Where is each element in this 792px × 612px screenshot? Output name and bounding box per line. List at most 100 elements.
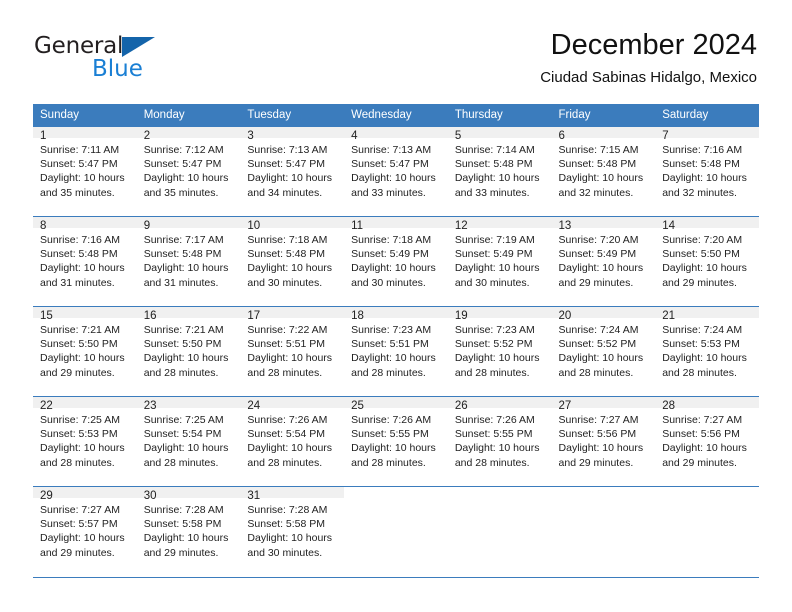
sunset-text: Sunset: 5:57 PM: [40, 518, 118, 531]
calendar-day-cell[interactable]: 25 Sunrise: 7:26 AM Sunset: 5:55 PM Dayligh…: [344, 396, 448, 487]
calendar-day-cell[interactable]: 27 Sunrise: 7:27 AM Sunset: 5:56 PM Dayligh…: [551, 396, 656, 487]
day-details: Sunrise: 7:23 AM Sunset: 5:51 PM Daylight:…: [344, 318, 448, 380]
sunset-text: Sunset: 5:48 PM: [558, 158, 637, 171]
day-details: Sunrise: 7:21 AM Sunset: 5:50 PM Daylight:…: [33, 318, 137, 380]
calendar-day-cell[interactable]: 2 Sunrise: 7:12 AM Sunset: 5:47 PM Daylight…: [136, 126, 241, 217]
calendar-day-cell[interactable]: 7 Sunrise: 7:16 AM Sunset: 5:48 PM Daylight…: [655, 126, 759, 217]
calendar-day-cell[interactable]: 26 Sunrise: 7:26 AM Sunset: 5:55 PM Dayligh…: [447, 396, 552, 487]
daylight-text-line1: Daylight: 10 hours: [247, 532, 333, 545]
general-blue-logo[interactable]: General Blue: [34, 34, 214, 84]
calendar-day-cell[interactable]: 18 Sunrise: 7:23 AM Sunset: 5:51 PM Dayligh…: [344, 306, 448, 397]
daylight-text-line2: and 28 minutes.: [247, 366, 323, 379]
calendar-day-cell[interactable]: 4 Sunrise: 7:13 AM Sunset: 5:47 PM Daylight…: [344, 126, 448, 217]
calendar-day-cell[interactable]: 17 Sunrise: 7:22 AM Sunset: 5:51 PM Dayligh…: [240, 306, 345, 397]
sunset-text: Sunset: 5:47 PM: [351, 158, 429, 171]
calendar-day-cell[interactable]: 12 Sunrise: 7:19 AM Sunset: 5:49 PM Dayligh…: [447, 216, 552, 307]
logo-word-blue: Blue: [92, 56, 143, 82]
sunrise-text: Sunrise: 7:25 AM: [40, 414, 120, 426]
weekday-header-friday: Friday: [551, 104, 656, 127]
calendar-cell-empty: [551, 486, 656, 577]
calendar-day-cell[interactable]: 8 Sunrise: 7:16 AM Sunset: 5:48 PM Daylight…: [33, 216, 137, 307]
daylight-text-line2: and 33 minutes.: [454, 186, 530, 199]
calendar-day-cell[interactable]: 22 Sunrise: 7:25 AM Sunset: 5:53 PM Dayligh…: [33, 396, 137, 487]
day-number: 20: [551, 307, 656, 322]
daylight-text-line1: Daylight: 10 hours: [351, 262, 436, 275]
calendar-day-cell[interactable]: 19 Sunrise: 7:23 AM Sunset: 5:52 PM Dayligh…: [447, 306, 552, 397]
sunset-text: Sunset: 5:54 PM: [247, 428, 326, 441]
calendar-week-row: 15 Sunrise: 7:21 AM Sunset: 5:50 PM Dayligh…: [33, 306, 759, 397]
sunrise-text: Sunrise: 7:27 AM: [40, 504, 120, 516]
daylight-text-line1: Daylight: 10 hours: [558, 262, 644, 275]
calendar-day-cell[interactable]: 14 Sunrise: 7:20 AM Sunset: 5:50 PM Dayligh…: [655, 216, 759, 307]
calendar-page: General Blue December 2024 Ciudad Sabina…: [0, 0, 792, 612]
day-details: Sunrise: 7:18 AM Sunset: 5:49 PM Daylight:…: [344, 228, 448, 290]
daylight-text-line2: and 31 minutes.: [143, 276, 219, 289]
calendar-day-cell[interactable]: 1 Sunrise: 7:11 AM Sunset: 5:47 PM Daylight…: [33, 126, 137, 217]
day-details: Sunrise: 7:27 AM Sunset: 5:56 PM Daylight:…: [655, 408, 759, 470]
daylight-text-line1: Daylight: 10 hours: [662, 442, 747, 455]
day-number: 12: [447, 217, 552, 232]
calendar-day-cell[interactable]: 5 Sunrise: 7:14 AM Sunset: 5:48 PM Daylight…: [447, 126, 552, 217]
sunrise-text: Sunrise: 7:14 AM: [454, 144, 535, 156]
sunset-text: Sunset: 5:47 PM: [143, 158, 222, 171]
calendar-week-row: 8 Sunrise: 7:16 AM Sunset: 5:48 PM Daylight…: [33, 216, 759, 307]
sunrise-text: Sunrise: 7:16 AM: [662, 144, 743, 156]
day-number: [447, 487, 552, 498]
day-number: 5: [447, 127, 552, 142]
daylight-text-line1: Daylight: 10 hours: [351, 442, 436, 455]
daylight-text-line1: Daylight: 10 hours: [351, 172, 436, 185]
daylight-text-line2: and 31 minutes.: [40, 276, 115, 289]
sunrise-text: Sunrise: 7:23 AM: [351, 324, 432, 336]
daylight-text-line1: Daylight: 10 hours: [351, 352, 436, 365]
daylight-text-line2: and 28 minutes.: [247, 456, 323, 469]
daylight-text-line2: and 28 minutes.: [558, 366, 634, 379]
daylight-text-line1: Daylight: 10 hours: [662, 352, 747, 365]
calendar-day-cell[interactable]: 15 Sunrise: 7:21 AM Sunset: 5:50 PM Dayligh…: [33, 306, 137, 397]
daylight-text-line2: and 29 minutes.: [40, 546, 115, 559]
calendar-day-cell[interactable]: 9 Sunrise: 7:17 AM Sunset: 5:48 PM Daylight…: [136, 216, 241, 307]
calendar-week-row: 22 Sunrise: 7:25 AM Sunset: 5:53 PM Dayligh…: [33, 396, 759, 487]
day-number: 22: [33, 397, 137, 412]
calendar-day-cell[interactable]: 31 Sunrise: 7:28 AM Sunset: 5:58 PM Dayligh…: [240, 486, 345, 577]
calendar-day-cell[interactable]: 20 Sunrise: 7:24 AM Sunset: 5:52 PM Dayligh…: [551, 306, 656, 397]
day-number: 10: [240, 217, 345, 232]
day-details: Sunrise: 7:20 AM Sunset: 5:49 PM Daylight:…: [552, 228, 656, 290]
calendar-day-cell[interactable]: 28 Sunrise: 7:27 AM Sunset: 5:56 PM Dayligh…: [655, 396, 759, 487]
sunset-text: Sunset: 5:58 PM: [247, 518, 326, 531]
daylight-text-line2: and 30 minutes.: [454, 276, 530, 289]
calendar-day-cell[interactable]: 29 Sunrise: 7:27 AM Sunset: 5:57 PM Dayligh…: [33, 486, 137, 577]
day-details: Sunrise: 7:26 AM Sunset: 5:54 PM Daylight:…: [240, 408, 344, 470]
day-number: 25: [344, 397, 448, 412]
calendar-container: Sunday Monday Tuesday Wednesday Thursday…: [33, 104, 759, 578]
sunset-text: Sunset: 5:55 PM: [351, 428, 429, 441]
calendar-day-cell[interactable]: 13 Sunrise: 7:20 AM Sunset: 5:49 PM Dayligh…: [551, 216, 656, 307]
day-details: Sunrise: 7:18 AM Sunset: 5:48 PM Daylight:…: [240, 228, 344, 290]
sunrise-text: Sunrise: 7:11 AM: [40, 144, 120, 156]
calendar-day-cell[interactable]: 11 Sunrise: 7:18 AM Sunset: 5:49 PM Dayligh…: [344, 216, 448, 307]
day-details: Sunrise: 7:23 AM Sunset: 5:52 PM Daylight:…: [448, 318, 552, 380]
daylight-text-line2: and 29 minutes.: [40, 366, 115, 379]
sunrise-text: Sunrise: 7:19 AM: [454, 234, 535, 246]
day-number: 4: [344, 127, 448, 142]
calendar-day-cell[interactable]: 10 Sunrise: 7:18 AM Sunset: 5:48 PM Dayligh…: [240, 216, 345, 307]
calendar-day-cell[interactable]: 16 Sunrise: 7:21 AM Sunset: 5:50 PM Dayligh…: [136, 306, 241, 397]
day-number: 15: [33, 307, 137, 322]
weekday-header-saturday: Saturday: [655, 104, 759, 127]
daylight-text-line1: Daylight: 10 hours: [454, 172, 540, 185]
calendar-day-cell[interactable]: 3 Sunrise: 7:13 AM Sunset: 5:47 PM Daylight…: [240, 126, 345, 217]
daylight-text-line2: and 29 minutes.: [662, 276, 737, 289]
daylight-text-line2: and 30 minutes.: [247, 276, 323, 289]
daylight-text-line2: and 28 minutes.: [662, 366, 737, 379]
sunset-text: Sunset: 5:50 PM: [40, 338, 118, 351]
calendar-day-cell[interactable]: 24 Sunrise: 7:26 AM Sunset: 5:54 PM Dayligh…: [240, 396, 345, 487]
weekday-header-thursday: Thursday: [447, 104, 552, 127]
calendar-day-cell[interactable]: 30 Sunrise: 7:28 AM Sunset: 5:58 PM Dayligh…: [136, 486, 241, 577]
day-number: 24: [240, 397, 345, 412]
day-number: 7: [655, 127, 759, 142]
calendar-day-cell[interactable]: 23 Sunrise: 7:25 AM Sunset: 5:54 PM Dayligh…: [136, 396, 241, 487]
calendar-day-cell[interactable]: 6 Sunrise: 7:15 AM Sunset: 5:48 PM Daylight…: [551, 126, 656, 217]
calendar-day-cell[interactable]: 21 Sunrise: 7:24 AM Sunset: 5:53 PM Dayligh…: [655, 306, 759, 397]
day-details: Sunrise: 7:13 AM Sunset: 5:47 PM Daylight:…: [240, 138, 344, 200]
daylight-text-line1: Daylight: 10 hours: [454, 262, 540, 275]
sunset-text: Sunset: 5:47 PM: [247, 158, 326, 171]
